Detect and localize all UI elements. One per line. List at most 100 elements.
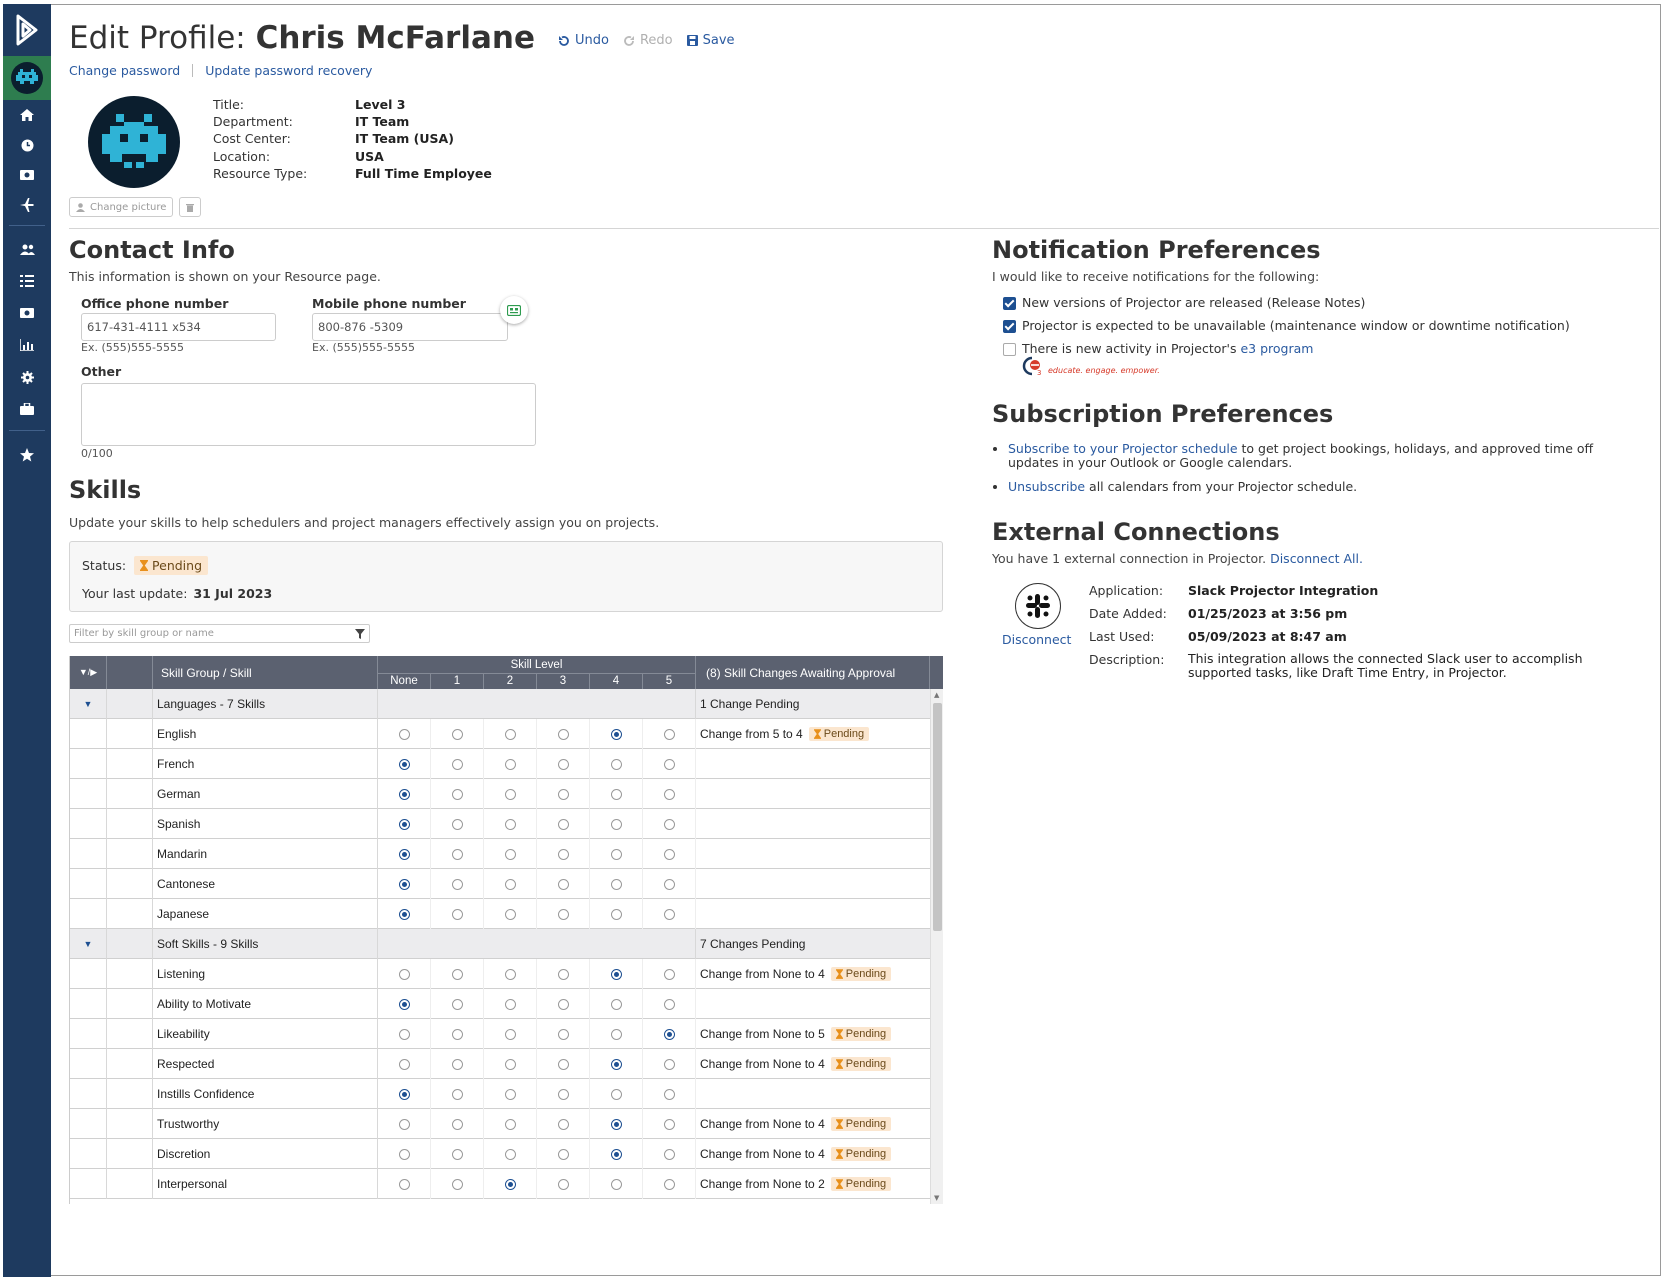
disconnect-all-link[interactable]: Disconnect All. xyxy=(1270,551,1363,566)
chevron-down-icon[interactable]: ▼ xyxy=(84,939,93,949)
mobile-phone-input[interactable]: 800-876 -5309 xyxy=(312,313,508,341)
skill-level-radio[interactable] xyxy=(557,848,569,860)
skill-level-radio[interactable] xyxy=(663,1178,675,1190)
skill-level-radio[interactable] xyxy=(504,758,516,770)
skill-level-radio[interactable] xyxy=(610,1058,622,1070)
skill-level-radio[interactable] xyxy=(398,1058,410,1070)
expand-collapse-all-toggle[interactable]: ▼/▶ xyxy=(70,656,107,689)
skill-level-radio[interactable] xyxy=(610,1088,622,1100)
change-password-link[interactable]: Change password xyxy=(69,63,180,78)
disconnect-button[interactable]: Disconnect xyxy=(1002,632,1071,647)
office-phone-input[interactable]: 617-431-4111 x534 xyxy=(81,313,276,341)
skill-level-radio[interactable] xyxy=(398,878,410,890)
skill-level-radio[interactable] xyxy=(504,728,516,740)
skill-level-radio[interactable] xyxy=(557,1148,569,1160)
group-toggle[interactable]: ▼ xyxy=(70,689,107,719)
skill-level-radio[interactable] xyxy=(557,728,569,740)
skill-level-radio[interactable] xyxy=(557,968,569,980)
downtime-checkbox[interactable] xyxy=(1003,320,1016,333)
skill-level-radio[interactable] xyxy=(557,1028,569,1040)
skill-level-radio[interactable] xyxy=(557,1058,569,1070)
release-notes-checkbox[interactable] xyxy=(1003,297,1016,310)
skill-level-radio[interactable] xyxy=(610,998,622,1010)
skill-level-radio[interactable] xyxy=(663,788,675,800)
skill-level-radio[interactable] xyxy=(610,818,622,830)
skill-level-radio[interactable] xyxy=(557,878,569,890)
skill-level-radio[interactable] xyxy=(398,848,410,860)
delete-picture-button[interactable] xyxy=(179,197,202,217)
vcard-icon[interactable] xyxy=(500,296,528,324)
skill-level-radio[interactable] xyxy=(451,788,463,800)
skill-level-radio[interactable] xyxy=(398,818,410,830)
skill-level-radio[interactable] xyxy=(451,1118,463,1130)
skill-level-radio[interactable] xyxy=(504,968,516,980)
group-toggle[interactable]: ▼ xyxy=(70,929,107,959)
money-icon[interactable] xyxy=(3,160,51,190)
skill-level-radio[interactable] xyxy=(663,728,675,740)
skill-level-radio[interactable] xyxy=(451,1088,463,1100)
skill-level-radio[interactable] xyxy=(451,818,463,830)
skill-filter-input[interactable]: Filter by skill group or name xyxy=(69,624,370,643)
sidebar-avatar[interactable] xyxy=(3,56,51,100)
skill-level-radio[interactable] xyxy=(451,758,463,770)
skill-level-radio[interactable] xyxy=(663,1058,675,1070)
skill-level-radio[interactable] xyxy=(504,818,516,830)
skill-level-radio[interactable] xyxy=(451,1148,463,1160)
skill-level-radio[interactable] xyxy=(663,998,675,1010)
skill-level-radio[interactable] xyxy=(504,998,516,1010)
skill-level-radio[interactable] xyxy=(398,1178,410,1190)
skill-level-radio[interactable] xyxy=(663,1118,675,1130)
subscribe-schedule-link[interactable]: Subscribe to your Projector schedule xyxy=(1008,441,1238,456)
skill-level-radio[interactable] xyxy=(504,848,516,860)
skill-level-radio[interactable] xyxy=(663,818,675,830)
skill-level-radio[interactable] xyxy=(398,788,410,800)
skill-level-radio[interactable] xyxy=(610,1028,622,1040)
unsubscribe-link[interactable]: Unsubscribe xyxy=(1008,479,1085,494)
skill-level-radio[interactable] xyxy=(663,878,675,890)
skill-level-radio[interactable] xyxy=(504,878,516,890)
grid-scrollbar[interactable]: ▲ ▼ xyxy=(930,689,943,1204)
skill-level-radio[interactable] xyxy=(663,1088,675,1100)
skill-level-radio[interactable] xyxy=(610,788,622,800)
skill-level-radio[interactable] xyxy=(557,788,569,800)
skill-level-radio[interactable] xyxy=(451,1058,463,1070)
skill-level-radio[interactable] xyxy=(398,758,410,770)
undo-button[interactable]: Undo xyxy=(558,33,609,48)
skill-level-radio[interactable] xyxy=(610,1178,622,1190)
chart-icon[interactable] xyxy=(3,330,51,360)
skill-level-radio[interactable] xyxy=(398,1088,410,1100)
other-textarea[interactable] xyxy=(81,383,536,446)
skill-level-radio[interactable] xyxy=(398,1118,410,1130)
skill-level-radio[interactable] xyxy=(557,1088,569,1100)
skill-level-radio[interactable] xyxy=(557,998,569,1010)
change-picture-button[interactable]: Change picture xyxy=(69,197,174,217)
skill-level-radio[interactable] xyxy=(663,848,675,860)
skill-level-radio[interactable] xyxy=(451,998,463,1010)
skill-level-radio[interactable] xyxy=(504,1178,516,1190)
skill-level-radio[interactable] xyxy=(398,1148,410,1160)
skill-level-radio[interactable] xyxy=(610,1148,622,1160)
skill-level-radio[interactable] xyxy=(504,1148,516,1160)
star-icon[interactable] xyxy=(3,440,51,470)
save-button[interactable]: Save xyxy=(686,33,735,48)
skill-level-radio[interactable] xyxy=(504,1118,516,1130)
skill-level-radio[interactable] xyxy=(504,1028,516,1040)
skill-level-radio[interactable] xyxy=(451,878,463,890)
skill-level-radio[interactable] xyxy=(557,1178,569,1190)
skill-level-radio[interactable] xyxy=(663,1148,675,1160)
skill-level-radio[interactable] xyxy=(610,848,622,860)
skill-level-radio[interactable] xyxy=(663,968,675,980)
home-icon[interactable] xyxy=(3,100,51,130)
gear-icon[interactable] xyxy=(3,362,51,392)
skill-level-radio[interactable] xyxy=(504,908,516,920)
skill-level-radio[interactable] xyxy=(451,848,463,860)
list-icon[interactable] xyxy=(3,266,51,296)
skill-level-radio[interactable] xyxy=(451,968,463,980)
skill-level-radio[interactable] xyxy=(557,908,569,920)
skill-level-radio[interactable] xyxy=(557,758,569,770)
skill-level-radio[interactable] xyxy=(557,818,569,830)
briefcase-icon[interactable] xyxy=(3,394,51,424)
skill-level-radio[interactable] xyxy=(451,908,463,920)
skill-level-radio[interactable] xyxy=(398,998,410,1010)
plane-icon[interactable] xyxy=(3,190,51,220)
